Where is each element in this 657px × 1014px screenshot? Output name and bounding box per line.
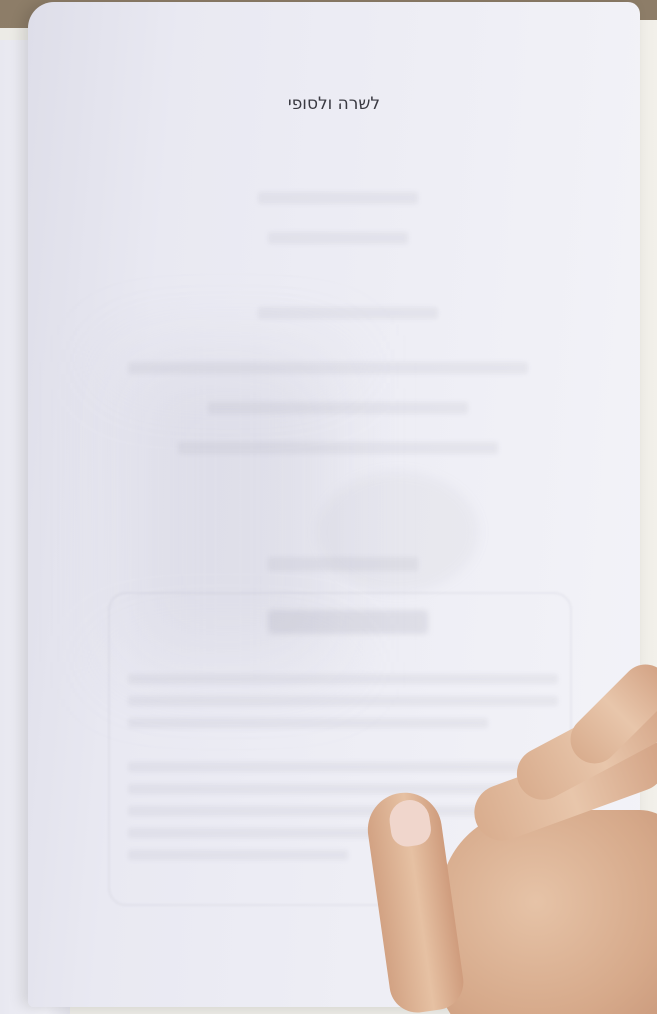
- ghost-text-line: [128, 850, 348, 860]
- ghost-text-line: [128, 674, 558, 684]
- hand: [360, 654, 657, 1014]
- page-running-header: לשרה ולסופי: [287, 94, 381, 114]
- ghost-text-line: [208, 402, 468, 414]
- ghost-text-line: [258, 307, 438, 319]
- ghost-text-line: [268, 557, 418, 571]
- photo-scene: לשרה ולסופי: [0, 0, 657, 1014]
- ghost-frame-heading: [268, 610, 428, 634]
- hand-palm: [440, 810, 657, 1014]
- ghost-emblem: [318, 472, 478, 592]
- ghost-text-line: [268, 232, 408, 244]
- ghost-text-line: [178, 442, 498, 454]
- ghost-text-line: [128, 362, 528, 374]
- ghost-text-line: [258, 192, 418, 204]
